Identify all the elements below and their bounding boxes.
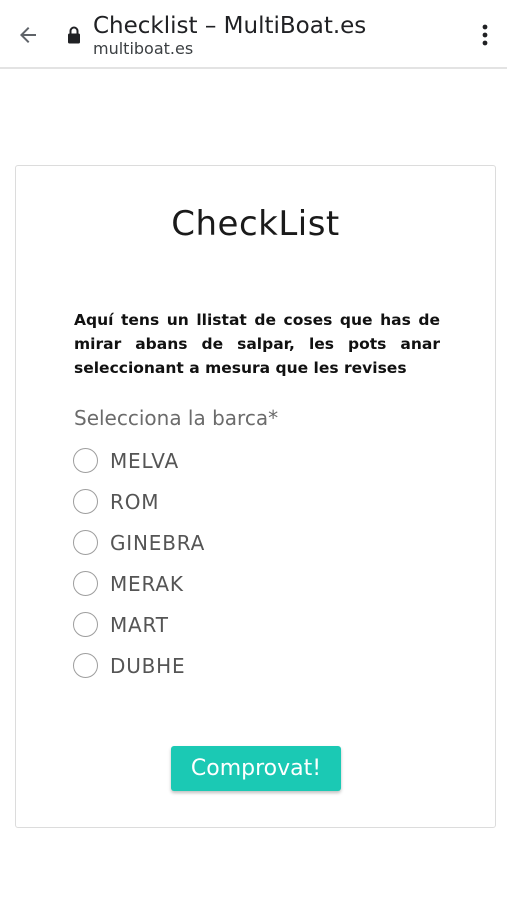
browser-menu-button[interactable] xyxy=(471,17,499,53)
option-label: MERAK xyxy=(110,571,184,596)
boat-option-melva[interactable]: MELVA xyxy=(73,440,453,481)
radio-button[interactable] xyxy=(73,571,98,596)
radio-button[interactable] xyxy=(73,489,98,514)
form-description: Aquí tens un llistat de coses que has de… xyxy=(74,311,440,377)
submit-button[interactable]: Comprovat! xyxy=(171,746,341,791)
page-url: multiboat.es xyxy=(93,39,194,58)
boat-option-dubhe[interactable]: DUBHE xyxy=(73,645,453,686)
vertical-ellipsis-icon xyxy=(482,24,488,46)
form-title: CheckList xyxy=(171,204,340,244)
radio-button[interactable] xyxy=(73,530,98,555)
boat-radio-group: MELVA ROM GINEBRA MERAK MART DUBHE xyxy=(73,440,453,686)
option-label: MELVA xyxy=(110,448,179,473)
checklist-form-card: CheckList Aquí tens un llistat de coses … xyxy=(15,165,496,828)
lock-icon xyxy=(68,26,80,44)
radio-button[interactable] xyxy=(73,653,98,678)
page-title: Checklist – MultiBoat.es xyxy=(93,13,367,39)
boat-option-merak[interactable]: MERAK xyxy=(73,563,453,604)
arrow-left-icon xyxy=(20,27,36,43)
back-button[interactable] xyxy=(10,17,46,53)
address-bar[interactable]: Checklist – MultiBoat.es multiboat.es xyxy=(93,11,463,58)
browser-toolbar: Checklist – MultiBoat.es multiboat.es xyxy=(0,0,507,69)
boat-option-mart[interactable]: MART xyxy=(73,604,453,645)
option-label: ROM xyxy=(110,489,160,514)
boat-option-rom[interactable]: ROM xyxy=(73,481,453,522)
radio-button[interactable] xyxy=(73,612,98,637)
option-label: DUBHE xyxy=(110,653,186,678)
option-label: MART xyxy=(110,612,169,637)
radio-button[interactable] xyxy=(73,448,98,473)
boat-option-ginebra[interactable]: GINEBRA xyxy=(73,522,453,563)
option-label: GINEBRA xyxy=(110,530,206,555)
boat-select-label: Selecciona la barca* xyxy=(74,406,279,430)
